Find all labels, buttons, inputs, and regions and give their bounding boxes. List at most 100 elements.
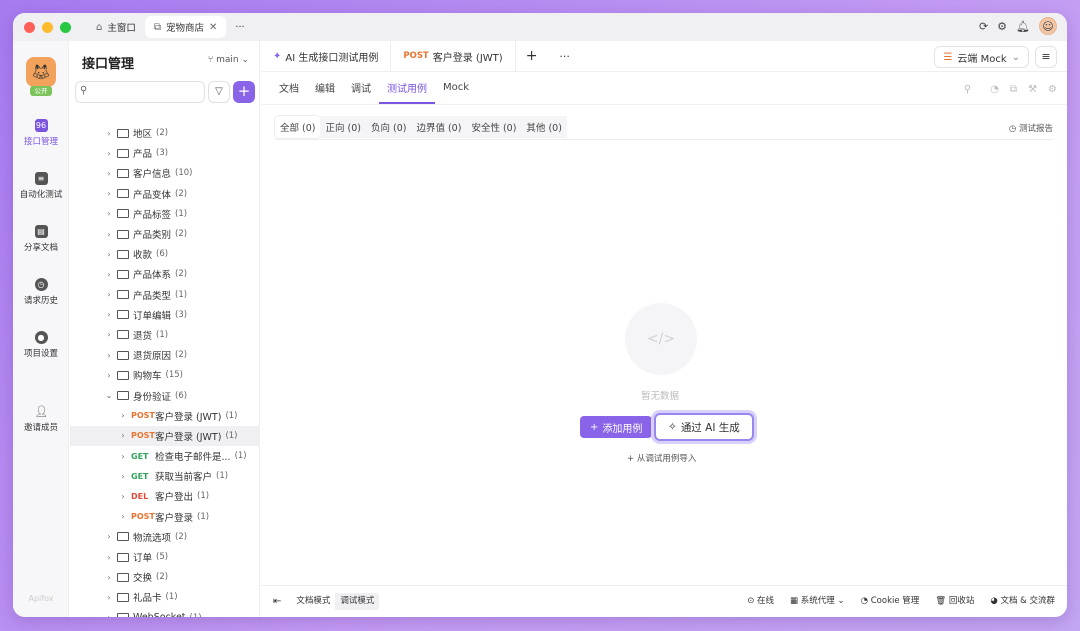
filter-chip[interactable]: 边界值 (0) [411, 116, 467, 138]
chevron-right-icon[interactable]: › [104, 330, 114, 339]
chevron-right-icon[interactable]: › [104, 290, 114, 299]
filter-chip[interactable]: 负向 (0) [365, 116, 412, 138]
tree-folder[interactable]: › 产品 (3) [70, 143, 260, 163]
nav-item-history[interactable]: ◷ 请求历史 [13, 278, 69, 306]
filter-chip[interactable]: 安全性 (0) [466, 116, 522, 138]
add-case-button[interactable]: + 添加用例 [580, 416, 653, 438]
chevron-right-icon[interactable]: › [118, 411, 128, 420]
chevron-right-icon[interactable]: › [104, 351, 114, 360]
copy-icon[interactable]: ⧉ [1010, 84, 1017, 95]
subtab-debug[interactable]: 调试 [343, 72, 379, 104]
window-tab-main[interactable]: ⌂ 主窗口 [87, 16, 145, 38]
chevron-right-icon[interactable]: › [104, 250, 114, 259]
magic-wand-icon[interactable]: ⚲ [964, 84, 971, 95]
ai-generate-button[interactable]: ✧ 通过 AI 生成 [654, 413, 754, 441]
subtab-edit[interactable]: 编辑 [307, 72, 343, 104]
recycle-bin[interactable]: 🗑︎ 回收站 [935, 594, 974, 606]
nav-item-invite[interactable]: 👤︎ 邀请成员 [13, 405, 69, 433]
tree-api-item[interactable]: › DEL 客户登出 (1) [70, 486, 260, 506]
maximize-window-button[interactable] [60, 21, 71, 33]
filter-chip[interactable]: 正向 (0) [320, 116, 366, 138]
chevron-right-icon[interactable]: › [104, 169, 114, 178]
menu-button[interactable]: ≡ [1035, 46, 1057, 68]
chevron-right-icon[interactable]: › [104, 573, 114, 582]
chevron-right-icon[interactable]: › [104, 209, 114, 218]
gear-icon[interactable]: ⚙ [997, 20, 1007, 33]
project-logo[interactable]: 🦊︎ [26, 57, 56, 87]
tree-folder[interactable]: › 交换 (2) [70, 567, 260, 587]
doc-mode-button[interactable]: 文档模式 [291, 593, 336, 610]
tree-api-item[interactable]: › GET 检查电子邮件是... (1) [70, 446, 260, 466]
tab-ai-generate[interactable]: ✦ AI 生成接口测试用例 [261, 41, 392, 71]
chevron-right-icon[interactable]: › [104, 149, 114, 158]
environment-selector[interactable]: ☰ 云端 Mock ⌄ [934, 46, 1029, 68]
tab-more-button[interactable]: ··· [547, 41, 582, 71]
chevron-right-icon[interactable]: › [104, 553, 114, 562]
filter-chip[interactable]: 其他 (0) [521, 116, 567, 138]
nav-item-automation[interactable]: ≡ 自动化测试 [13, 172, 69, 200]
pie-icon[interactable]: ◔ [990, 84, 999, 95]
tree-folder[interactable]: › 购物车 (15) [70, 365, 260, 385]
subtab-docs[interactable]: 文档 [271, 72, 307, 104]
docs-community[interactable]: ◕ 文档 & 交流群 [990, 594, 1055, 606]
tree-folder[interactable]: › 退货 (1) [70, 325, 260, 345]
new-tab-button[interactable]: + [516, 41, 548, 71]
window-tab-more[interactable]: ··· [226, 16, 253, 38]
chevron-right-icon[interactable]: › [118, 472, 128, 481]
chevron-right-icon[interactable]: › [104, 230, 114, 239]
tree-folder[interactable]: › 客户信息 (10) [70, 163, 260, 183]
import-from-debug-link[interactable]: + 从调试用例导入 [627, 452, 696, 464]
chevron-right-icon[interactable]: › [118, 431, 128, 440]
chevron-right-icon[interactable]: › [104, 371, 114, 380]
chevron-right-icon[interactable]: › [104, 270, 114, 279]
nav-item-share-docs[interactable]: ▤ 分享文档 [13, 225, 69, 253]
chevron-right-icon[interactable]: › [104, 593, 114, 602]
tree-folder[interactable]: › 订单 (5) [70, 547, 260, 567]
tree-api-item[interactable]: › GET 获取当前客户 (1) [70, 466, 260, 486]
nav-item-api-management[interactable]: 96 接口管理 [13, 119, 69, 147]
gear-icon[interactable]: ⚙ [1048, 84, 1057, 95]
filter-button[interactable]: ▽ [208, 81, 230, 103]
chevron-right-icon[interactable]: › [104, 310, 114, 319]
chevron-right-icon[interactable]: › [118, 452, 128, 461]
branch-selector[interactable]: ⑂ main ⌄ [208, 55, 249, 65]
tree-folder[interactable]: › 物流选项 (2) [70, 527, 260, 547]
tree-api-item[interactable]: › POST 客户登录 (JWT) (1) [70, 406, 260, 426]
tree-folder[interactable]: › 地区 (2) [70, 123, 260, 143]
subtab-mock[interactable]: Mock [435, 72, 477, 104]
debug-mode-button[interactable]: 调试模式 [335, 593, 379, 610]
tree-folder[interactable]: › 礼品卡 (1) [70, 587, 260, 607]
tree-folder[interactable]: › 产品类别 (2) [70, 224, 260, 244]
close-window-button[interactable] [24, 21, 35, 33]
chevron-right-icon[interactable]: › [118, 512, 128, 521]
minimize-window-button[interactable] [42, 21, 53, 33]
window-tab-petstore[interactable]: ⧉ 宠物商店 ✕ [144, 16, 227, 38]
refresh-icon[interactable]: ⟳ [979, 20, 988, 33]
tree-api-item[interactable]: › POST 客户登录 (1) [70, 507, 260, 527]
chevron-right-icon[interactable]: › [104, 532, 114, 541]
filter-chip[interactable]: 全部 (0) [275, 116, 321, 138]
close-icon[interactable]: ✕ [209, 22, 217, 33]
test-report-link[interactable]: ◷ 测试报告 [1009, 122, 1053, 134]
tree-folder[interactable]: › 收款 (6) [70, 244, 260, 264]
tree-folder[interactable]: › 订单编辑 (3) [70, 305, 260, 325]
subtab-test-cases[interactable]: 测试用例 [379, 72, 435, 104]
search-input[interactable] [75, 81, 205, 103]
tools-icon[interactable]: ⚒ [1028, 84, 1037, 95]
proxy-selector[interactable]: ▦ 系统代理 ⌄ [790, 594, 845, 606]
tree-folder[interactable]: › WebSocket (1) [70, 608, 260, 617]
tree-folder[interactable]: › 产品体系 (2) [70, 264, 260, 284]
chevron-right-icon[interactable]: › [104, 129, 114, 138]
tree-folder[interactable]: › 产品变体 (2) [70, 184, 260, 204]
chevron-down-icon[interactable]: ⌄ [104, 391, 114, 400]
online-status[interactable]: ⊙ 在线 [747, 594, 774, 606]
tree-folder[interactable]: › 退货原因 (2) [70, 345, 260, 365]
tree-folder[interactable]: › 产品标签 (1) [70, 204, 260, 224]
tree-api-item[interactable]: › POST 客户登录 (JWT) (1) [70, 425, 260, 446]
collapse-icon[interactable]: ⇤ [273, 596, 281, 607]
chevron-right-icon[interactable]: › [104, 613, 114, 617]
chevron-right-icon[interactable]: › [104, 189, 114, 198]
cookie-manager[interactable]: ◔ Cookie 管理 [861, 594, 920, 606]
bell-icon[interactable]: 🔔︎ [1016, 20, 1030, 33]
chevron-right-icon[interactable]: › [118, 492, 128, 501]
